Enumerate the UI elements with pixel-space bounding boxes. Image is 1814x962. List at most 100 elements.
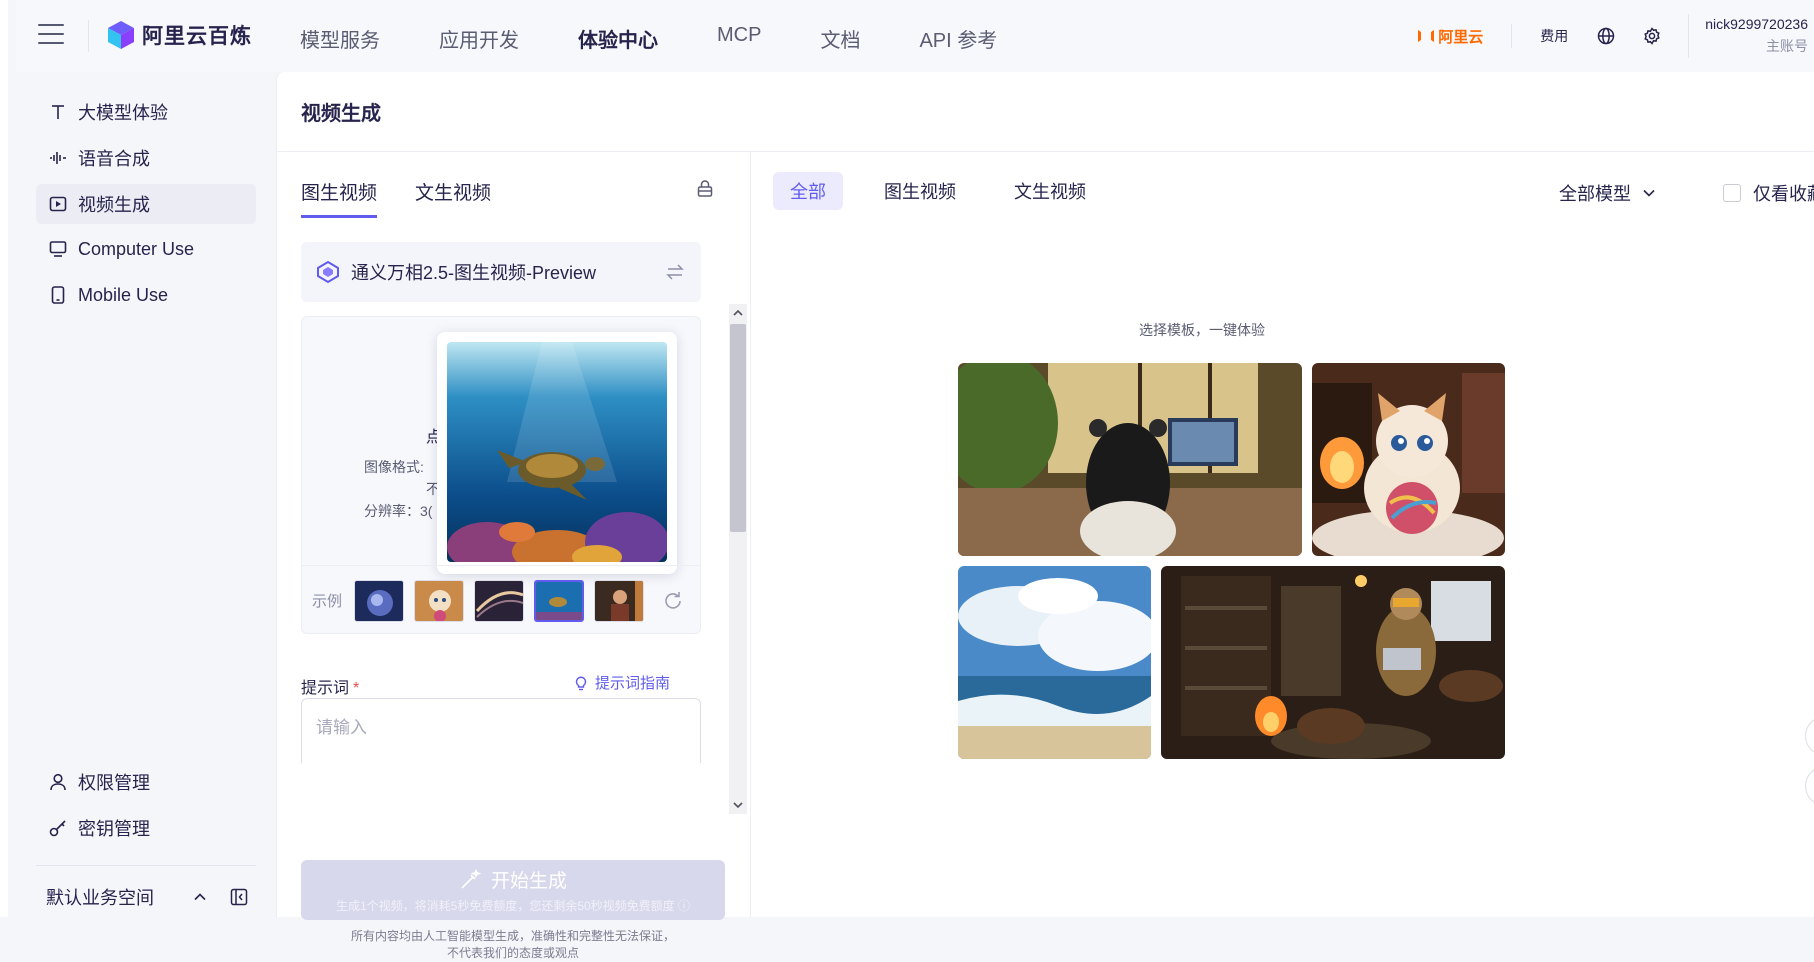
model-selector[interactable]: 通义万相2.5-图生视频-Preview bbox=[301, 242, 701, 302]
template-girl-headphones[interactable] bbox=[958, 363, 1302, 556]
sidebar-item-label: 权限管理 bbox=[78, 773, 150, 793]
scroll-down-arrow-icon[interactable] bbox=[729, 796, 747, 814]
refresh-icon[interactable] bbox=[662, 590, 684, 612]
generation-cost-text: 生成1个视频，将消耗5秒免费额度，您还剩余50秒视频免费额度 bbox=[335, 899, 675, 913]
nav-api-reference[interactable]: API 参考 bbox=[919, 24, 997, 53]
tab-image-to-video[interactable]: 图生视频 bbox=[301, 178, 378, 218]
example-thumb-galaxy[interactable] bbox=[474, 579, 525, 622]
fee-link[interactable]: 费用 bbox=[1540, 26, 1568, 46]
sidebar-item-speech-synthesis[interactable]: 语音合成 bbox=[36, 138, 256, 178]
sidebar-item-label: Computer Use bbox=[78, 238, 195, 259]
favorites-label: 仅看收藏 bbox=[1753, 184, 1814, 204]
template-hint: 选择模板，一键体验 bbox=[1139, 322, 1265, 338]
video-icon bbox=[48, 194, 68, 214]
example-thumb-planet[interactable] bbox=[354, 579, 405, 622]
examples-label: 示例 bbox=[312, 593, 343, 610]
info-icon[interactable]: ⓘ bbox=[678, 899, 690, 913]
nav-mcp[interactable]: MCP bbox=[717, 24, 761, 53]
example-thumb-sea-turtle[interactable] bbox=[534, 579, 585, 622]
aliyun-link[interactable]: 阿里云 bbox=[1418, 26, 1483, 47]
user-account[interactable]: nick9299720236 主账号 bbox=[1688, 14, 1814, 58]
sidebar: 大模型体验 语音合成 视频生成 Computer Use Mobile Use bbox=[16, 72, 276, 917]
example-strip: 示例 bbox=[302, 565, 700, 633]
prompt-field-label: 提示词 * bbox=[301, 674, 359, 698]
swap-icon[interactable] bbox=[665, 262, 685, 282]
header-right: 阿里云 费用 nick9299720236 主账号 bbox=[1418, 0, 1814, 72]
generation-cost-hint: 生成1个视频，将消耗5秒免费额度，您还剩余50秒视频免费额度 ⓘ bbox=[336, 897, 690, 914]
collapse-sidebar-icon[interactable] bbox=[230, 888, 248, 906]
sidebar-item-label: Mobile Use bbox=[78, 284, 169, 305]
upload-format-hint: 图像格式: bbox=[364, 459, 424, 475]
mobile-icon bbox=[48, 285, 68, 305]
sidebar-item-mobile-use[interactable]: Mobile Use bbox=[36, 275, 256, 315]
menu-icon[interactable] bbox=[38, 24, 64, 46]
nav-app-dev[interactable]: 应用开发 bbox=[439, 24, 519, 53]
wanxiang-model-icon bbox=[317, 261, 339, 283]
image-upload-area[interactable]: 点 图像格式: 不 分辨率：3(示例 bbox=[301, 316, 701, 634]
main-content: 视频生成 图生视频 文生视频 通义万相2.5-图生视频-Preview 点 图像… bbox=[276, 72, 1814, 960]
nav-model-service[interactable]: 模型服务 bbox=[300, 24, 380, 53]
feedback-float-button[interactable] bbox=[1805, 716, 1814, 756]
upload-resolution-hint: 分辨率：3( bbox=[364, 503, 433, 519]
chevron-up-icon[interactable] bbox=[192, 889, 208, 905]
tab-text-to-video[interactable]: 文生视频 bbox=[415, 178, 491, 218]
workspace-selector[interactable]: 默认业务空间 bbox=[46, 884, 266, 910]
filter-all[interactable]: 全部 bbox=[773, 172, 843, 210]
template-kitten-yarn[interactable] bbox=[1312, 363, 1505, 556]
favorites-checkbox[interactable] bbox=[1723, 184, 1741, 202]
model-name: 通义万相2.5-图生视频-Preview bbox=[351, 263, 597, 283]
scrollbar-thumb[interactable] bbox=[730, 324, 746, 532]
sea-turtle-preview-image bbox=[447, 342, 667, 562]
nav-divider bbox=[88, 20, 89, 52]
chevron-down-icon bbox=[1643, 189, 1655, 197]
favorites-only-toggle[interactable]: 仅看收藏 bbox=[1723, 180, 1814, 206]
bailian-logo-icon bbox=[108, 21, 134, 49]
generation-panel: 图生视频 文生视频 通义万相2.5-图生视频-Preview 点 图像格式: 不 bbox=[277, 152, 751, 960]
nav-experience-center[interactable]: 体验中心 bbox=[578, 24, 658, 53]
template-seascape-painting[interactable] bbox=[958, 566, 1151, 759]
monitor-icon bbox=[48, 239, 68, 259]
filter-image-to-video[interactable]: 图生视频 bbox=[867, 172, 973, 210]
language-icon[interactable] bbox=[1596, 26, 1616, 46]
template-vr-man-cabin[interactable] bbox=[1161, 566, 1505, 759]
sidebar-item-label: 视频生成 bbox=[78, 195, 150, 215]
sidebar-item-label: 语音合成 bbox=[78, 149, 150, 169]
disclaimer-line-1: 所有内容均由人工智能模型生成，准确性和完整性无法保证， bbox=[350, 929, 675, 943]
form-scrollbar[interactable] bbox=[729, 304, 747, 814]
sidebar-item-computer-use[interactable]: Computer Use bbox=[36, 229, 256, 269]
model-filter-dropdown[interactable]: 全部模型 bbox=[1559, 180, 1657, 206]
model-filter-label: 全部模型 bbox=[1559, 184, 1631, 204]
example-thumb-kitten[interactable] bbox=[414, 579, 465, 622]
prompt-input[interactable] bbox=[301, 698, 701, 763]
audio-wave-icon bbox=[48, 148, 68, 168]
prompt-guide-link[interactable]: 提示词指南 bbox=[573, 672, 670, 693]
mode-tabs: 图生视频 文生视频 bbox=[301, 178, 529, 218]
example-thumb-portrait[interactable] bbox=[594, 579, 645, 622]
nav-docs[interactable]: 文档 bbox=[820, 24, 860, 53]
sidebar-item-label: 大模型体验 bbox=[78, 103, 168, 123]
app-frame: 阿里云百炼 模型服务 应用开发 体验中心 MCP 文档 API 参考 阿里云 费… bbox=[0, 0, 1814, 960]
prompt-label-text: 提示词 bbox=[301, 680, 350, 697]
sidebar-item-video-generation[interactable]: 视频生成 bbox=[36, 184, 256, 224]
lock-icon[interactable] bbox=[695, 178, 715, 198]
aliyun-label: 阿里云 bbox=[1438, 28, 1484, 46]
prompt-guide-label: 提示词指南 bbox=[595, 675, 671, 692]
scroll-up-arrow-icon[interactable] bbox=[729, 304, 747, 322]
settings-gear-icon[interactable] bbox=[1642, 26, 1662, 46]
brand-logo[interactable]: 阿里云百炼 bbox=[106, 20, 252, 50]
brand-name: 阿里云百炼 bbox=[142, 25, 252, 48]
lightbulb-icon bbox=[575, 676, 587, 690]
ai-disclaimer: 所有内容均由人工智能模型生成，准确性和完整性无法保证， 不代表我们的态度或观点 bbox=[301, 928, 725, 962]
disclaimer-line-2: 不代表我们的态度或观点 bbox=[446, 946, 579, 960]
sidebar-item-permissions[interactable]: 权限管理 bbox=[36, 762, 256, 802]
sidebar-item-llm-experience[interactable]: 大模型体验 bbox=[36, 92, 256, 132]
help-float-button[interactable] bbox=[1805, 766, 1814, 806]
filter-text-to-video[interactable]: 文生视频 bbox=[997, 172, 1103, 210]
user-name: nick9299720236 bbox=[1705, 16, 1808, 32]
start-generation-button[interactable]: 开始生成 生成1个视频，将消耗5秒免费额度，您还剩余50秒视频免费额度 ⓘ bbox=[301, 860, 725, 920]
gallery-filter-tabs: 全部 图生视频 文生视频 bbox=[773, 172, 1127, 210]
sidebar-item-label: 密钥管理 bbox=[78, 819, 150, 839]
sidebar-item-api-keys[interactable]: 密钥管理 bbox=[36, 808, 256, 848]
key-icon bbox=[48, 818, 68, 838]
workspace-name: 默认业务空间 bbox=[46, 888, 154, 908]
